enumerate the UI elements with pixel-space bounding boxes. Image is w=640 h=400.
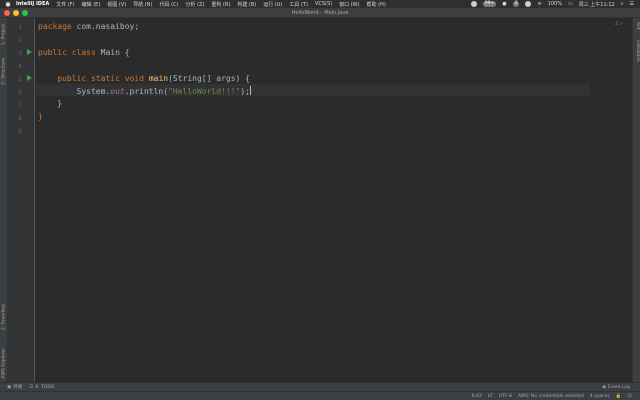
code-line-1[interactable]: package com.nasaiboy; [38, 22, 139, 32]
menu-refactor[interactable]: 重构 (R) [211, 1, 230, 8]
macos-menu-bar: ● IntelliJ IDEA 文件 (F) 编辑 (E) 视图 (V) 导航 … [0, 0, 640, 8]
tab-favorites[interactable]: 2: Favorites [0, 304, 8, 330]
line-number: 3 [18, 50, 22, 57]
status-bar: 6:43 LF UTF-8 AWS: No credentials select… [0, 391, 640, 400]
minimize-window-button[interactable] [13, 10, 19, 16]
extension-icon[interactable] [525, 1, 532, 7]
battery-icon[interactable]: ▭ [568, 1, 573, 7]
tab-aws-explorer[interactable]: AWS Explorer [0, 348, 8, 378]
line-number: 7 [18, 102, 22, 109]
menu-run[interactable]: 运行 (U) [263, 1, 282, 8]
terminal-icon: ▣ [7, 384, 12, 390]
code-line-3[interactable]: public class Main { [38, 48, 130, 58]
inspector-icon[interactable]: ☺ [627, 394, 632, 399]
code-editor[interactable]: 2 ✓ package com.nasaiboy; public class M… [36, 18, 632, 382]
line-separator[interactable]: LF [488, 394, 493, 399]
code-line-7[interactable]: } [38, 99, 62, 109]
wifi-icon[interactable]: ≋ [537, 1, 541, 7]
code-line-8[interactable]: } [38, 112, 43, 122]
line-number: 6 [18, 89, 22, 96]
tool-window-bar: ▣ 终端 ☰ 6: TODO ◉ Event Log [0, 382, 640, 391]
menu-code[interactable]: 代码 (C) [159, 1, 178, 8]
aws-credentials[interactable]: AWS: No credentials selected [518, 394, 584, 399]
inspection-status[interactable]: 2 ✓ [615, 21, 624, 27]
event-log-label: Event Log [607, 384, 630, 390]
editor-gutter: 1 2 3 4 5 6 7 8 9 [8, 18, 35, 382]
caret-position[interactable]: 6:43 [472, 394, 482, 399]
line-number: 5 [18, 76, 22, 83]
menu-analyze[interactable]: 分析 (Z) [185, 1, 204, 8]
tab-structure[interactable]: Z: Structure [0, 58, 8, 85]
window-title-bar: HelloWorld – Main.java [0, 8, 640, 18]
right-tool-stripe: Ant Database [632, 18, 640, 382]
event-log-button[interactable]: ◉ Event Log [602, 385, 630, 390]
menu-build[interactable]: 构建 (B) [237, 1, 256, 8]
todo-icon: ☰ [29, 384, 34, 390]
line-number: 8 [18, 115, 22, 122]
menu-window[interactable]: 窗口 (W) [339, 1, 359, 8]
menu-file[interactable]: 文件 (F) [56, 1, 74, 8]
terminal-label: 终端 [13, 385, 23, 390]
run-class-icon[interactable] [27, 49, 32, 55]
tab-project[interactable]: 1: Project [0, 24, 8, 45]
code-line-5[interactable]: public static void main(String[] args) { [38, 74, 250, 84]
clock[interactable]: 周三 上午11:12 [579, 1, 615, 8]
menu-vcs[interactable]: VCS(S) [315, 1, 332, 7]
run-main-icon[interactable] [27, 75, 32, 81]
notification-badge[interactable]: 99+ [482, 1, 497, 7]
left-tool-stripe: 1: Project Z: Structure 2: Favorites AWS… [0, 18, 8, 382]
menu-view[interactable]: 视图 (V) [107, 1, 126, 8]
todo-label: 6: TODO [35, 384, 55, 390]
search-icon[interactable]: ⌕ [621, 1, 624, 7]
tab-todo[interactable]: ☰ 6: TODO [29, 385, 54, 390]
text-caret [249, 86, 251, 95]
apple-icon[interactable]: ● [3, 1, 13, 8]
file-encoding[interactable]: UTF-8 [499, 394, 512, 399]
status-icon[interactable] [470, 1, 477, 7]
event-log-icon: ◉ [602, 384, 607, 390]
zoom-window-button[interactable] [22, 10, 28, 16]
line-number: 2 [18, 37, 22, 44]
count-badge[interactable]: 3 [512, 1, 520, 7]
tab-database[interactable]: Database [632, 40, 640, 61]
menu-list-icon[interactable]: ☰ [630, 1, 634, 7]
lock-icon[interactable]: 🔓 [616, 394, 622, 399]
battery-label[interactable]: 100% [548, 1, 562, 7]
indent-setting[interactable]: 4 spaces [590, 394, 610, 399]
code-line-6[interactable]: System.out.println("HelloWorld!!!"); [38, 86, 251, 97]
menu-navigate[interactable]: 导航 (N) [133, 1, 152, 8]
window-title: HelloWorld – Main.java [291, 9, 349, 16]
menu-edit[interactable]: 编辑 (E) [82, 1, 101, 8]
line-number: 1 [18, 24, 22, 31]
app-menu-name[interactable]: IntelliJ IDEA [16, 1, 49, 7]
line-number: 4 [18, 63, 22, 70]
chat-icon[interactable]: ● [502, 1, 506, 7]
tab-terminal[interactable]: ▣ 终端 [7, 384, 23, 391]
tab-ant[interactable]: Ant [632, 22, 640, 30]
menu-help[interactable]: 帮助 (H) [367, 1, 386, 8]
line-number: 9 [18, 128, 22, 135]
menu-tools[interactable]: 工具 (T) [289, 1, 308, 8]
close-window-button[interactable] [4, 10, 10, 16]
